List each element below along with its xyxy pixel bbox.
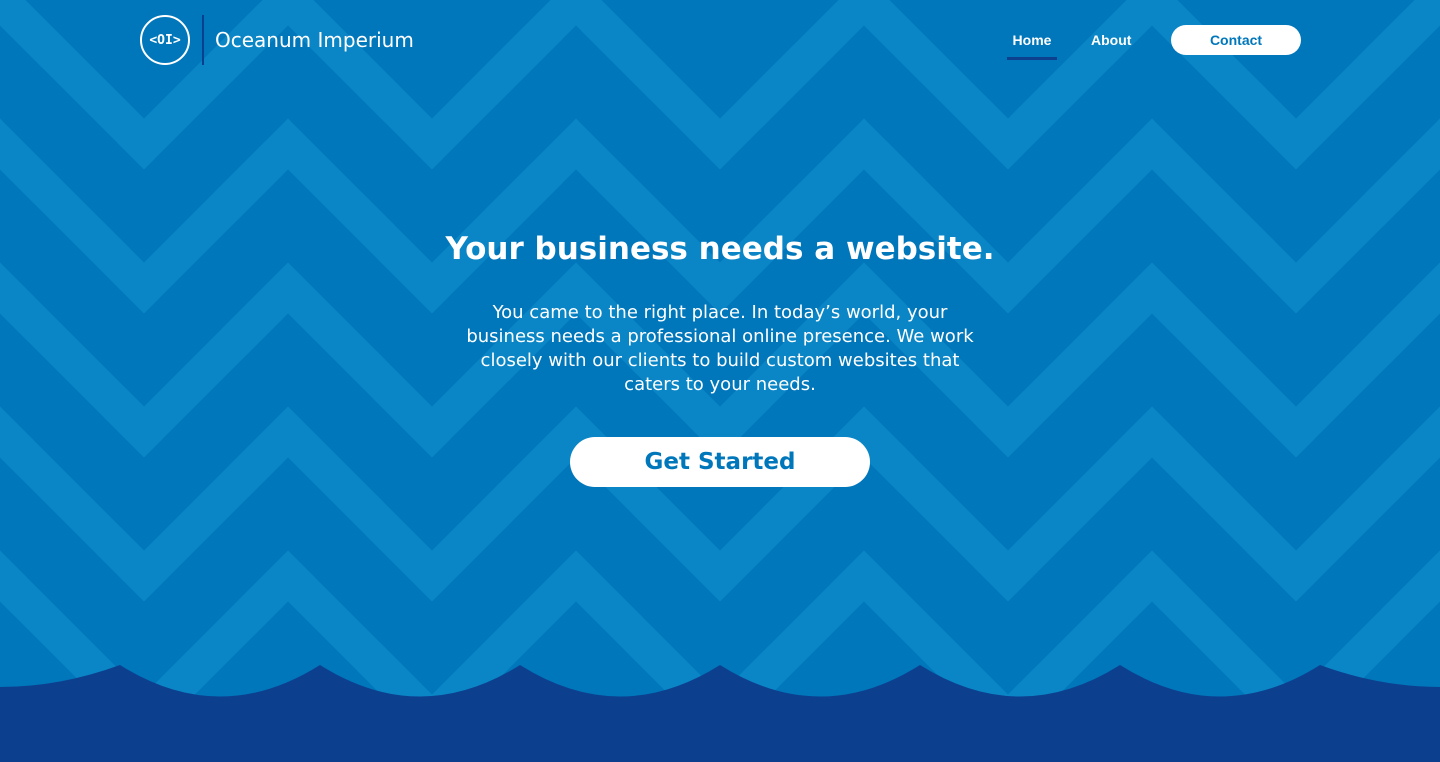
brand-name[interactable]: Oceanum Imperium xyxy=(215,27,414,53)
site-header: <OI> Oceanum Imperium Home About Contact xyxy=(0,0,1440,80)
logo-divider xyxy=(202,15,204,65)
hero-description: You came to the right place. In today’s … xyxy=(466,302,974,395)
hero-title: Your business needs a website. xyxy=(445,231,995,267)
ocean-waves xyxy=(0,665,1440,762)
nav-home-link[interactable]: Home xyxy=(1007,31,1057,60)
logo-icon[interactable]: <OI> xyxy=(140,15,190,65)
get-started-button[interactable]: Get Started xyxy=(570,437,870,487)
landing-page: <OI> Oceanum Imperium Home About Contact… xyxy=(0,0,1440,762)
nav-about-link[interactable]: About xyxy=(1091,31,1131,49)
nav-contact-button[interactable]: Contact xyxy=(1171,25,1301,55)
